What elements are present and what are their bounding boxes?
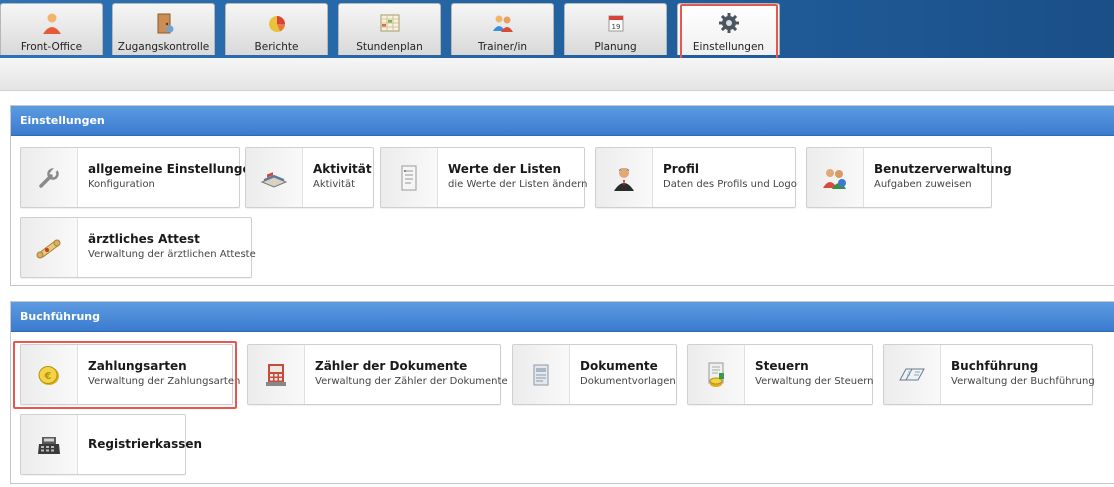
cash-register-icon [21, 415, 78, 474]
tile-title: allgemeine Einstellungen [88, 162, 260, 176]
tile-steuern[interactable]: Steuern Verwaltung der Steuern [687, 344, 874, 405]
sub-toolbar [0, 58, 1114, 91]
tile-dokumente[interactable]: Dokumente Dokumentvorlagen [512, 344, 677, 405]
tab-zugangskontrolle[interactable]: Zugangskontrolle [112, 3, 215, 55]
tile-title: ärztliches Attest [88, 232, 200, 246]
section-einstellungen: Einstellungen allgemeine Einstellungen K… [10, 105, 1114, 286]
person-icon [41, 12, 63, 34]
tile-zahlungsarten[interactable]: € Zahlungsarten Verwaltung der Zahlungsa… [20, 344, 240, 405]
tile-title: Aktivität [313, 162, 372, 176]
tab-einstellungen[interactable]: Einstellungen [677, 3, 780, 55]
section-buchfuehrung: Buchführung € Zahlungsarten Verwaltung d… [10, 301, 1114, 484]
tile-werte-der-listen[interactable]: Werte der Listen die Werte der Listen än… [380, 147, 588, 208]
svg-text:19: 19 [611, 23, 620, 31]
tile-subtitle: Aktivität [313, 179, 355, 190]
users-icon [807, 148, 864, 207]
tile-buchfuehrung[interactable]: Buchführung Verwaltung der Buchführung [883, 344, 1095, 405]
svg-text:€: € [44, 371, 52, 382]
tile-subtitle: Verwaltung der Steuern [755, 376, 874, 387]
tile-title: Profil [663, 162, 699, 176]
top-navigation: Front-Office Zugangskontrolle Berichte S… [0, 0, 1114, 68]
tab-label: Einstellungen [692, 41, 765, 53]
tab-berichte[interactable]: Berichte [225, 3, 328, 55]
tab-label: Zugangskontrolle [117, 41, 210, 53]
tile-subtitle: Verwaltung der Zahlungsarten [88, 376, 241, 387]
counter-icon [248, 345, 305, 404]
gear-icon [718, 12, 740, 34]
tile-title: Zahlungsarten [88, 359, 187, 373]
tile-title: Werte der Listen [448, 162, 562, 176]
section-title: Buchführung [11, 302, 1114, 332]
tile-subtitle: Verwaltung der Zähler der Dokumente [315, 376, 508, 387]
tile-benutzerverwaltung[interactable]: Benutzerverwaltung Aufgaben zuweisen [806, 147, 1012, 208]
tile-title: Benutzerverwaltung [874, 162, 1012, 176]
ledger-icon [884, 345, 941, 404]
list-icon [381, 148, 438, 207]
tab-label: Front-Office [20, 41, 83, 53]
tile-title: Zähler der Dokumente [315, 359, 468, 373]
document-icon [513, 345, 570, 404]
tab-label: Planung [594, 41, 637, 53]
tile-subtitle: Verwaltung der Buchführung [951, 376, 1095, 387]
scroll-icon [21, 218, 78, 277]
tab-label: Trainer/in [477, 41, 528, 53]
section-title: Einstellungen [11, 106, 1114, 136]
tab-stundenplan[interactable]: Stundenplan [338, 3, 441, 55]
tile-subtitle: die Werte der Listen ändern [448, 179, 588, 190]
trainers-icon [492, 12, 514, 34]
tile-profil[interactable]: Profil Daten des Profils und Logo [595, 147, 797, 208]
tax-icon [688, 345, 745, 404]
tile-aktivitaet[interactable]: Aktivität Aktivität [245, 147, 374, 208]
tab-front-office[interactable]: Front-Office [0, 3, 103, 55]
book-icon [246, 148, 303, 207]
tab-label: Berichte [254, 41, 299, 53]
door-icon [153, 12, 175, 34]
wrench-icon [21, 148, 78, 207]
tab-trainer[interactable]: Trainer/in [451, 3, 554, 55]
tile-zaehler-der-dokumente[interactable]: Zähler der Dokumente Verwaltung der Zähl… [247, 344, 508, 405]
tile-subtitle: Aufgaben zuweisen [874, 179, 972, 190]
tile-subtitle: Dokumentvorlagen [580, 376, 676, 387]
tile-aerztliches-attest[interactable]: ärztliches Attest Verwaltung der ärztlic… [20, 217, 256, 278]
pie-chart-icon [266, 12, 288, 34]
tile-subtitle: Daten des Profils und Logo [663, 179, 797, 190]
tile-title: Steuern [755, 359, 809, 373]
coin-icon: € [21, 345, 78, 404]
tile-subtitle: Konfiguration [88, 179, 155, 190]
tab-label: Stundenplan [356, 41, 423, 53]
tile-allgemeine-einstellungen[interactable]: allgemeine Einstellungen Konfiguration [20, 147, 259, 208]
tile-title: Buchführung [951, 359, 1039, 373]
tile-title: Dokumente [580, 359, 658, 373]
tab-planung[interactable]: 19 Planung [564, 3, 667, 55]
tile-registrierkassen[interactable]: Registrierkassen [20, 414, 202, 475]
tile-title: Registrierkassen [88, 437, 203, 451]
calendar-icon: 19 [605, 12, 627, 34]
profile-icon [596, 148, 653, 207]
tile-subtitle: Verwaltung der ärztlichen Atteste [88, 249, 256, 260]
timetable-icon [379, 12, 401, 34]
